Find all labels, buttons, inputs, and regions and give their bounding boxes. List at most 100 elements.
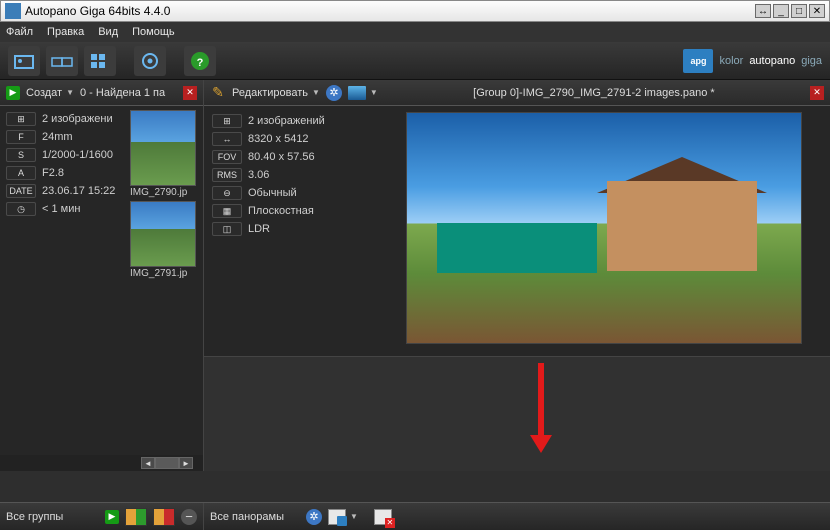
pano-size: 8320 x 5412 bbox=[248, 133, 309, 145]
gear-icon[interactable]: ✲ bbox=[326, 85, 342, 101]
images-count: 2 изображени bbox=[42, 113, 113, 125]
pano-images: 2 изображений bbox=[248, 115, 325, 127]
preview-image[interactable] bbox=[406, 112, 802, 344]
window-controls: ↔ _ □ ✕ bbox=[755, 4, 825, 18]
open-images-button[interactable] bbox=[46, 46, 78, 76]
thumb-image bbox=[130, 110, 196, 186]
bottom-right: Все панорамы ✲ ▼ bbox=[204, 503, 830, 530]
mode-value: Обычный bbox=[248, 187, 297, 199]
proj-value: Плоскостная bbox=[248, 205, 314, 217]
grid-remove-icon[interactable] bbox=[153, 508, 175, 526]
create-label[interactable]: Создат bbox=[26, 87, 62, 99]
close-icon[interactable]: ✕ bbox=[183, 86, 197, 100]
shutter-value: 1/2000-1/1600 bbox=[42, 149, 113, 161]
dropdown-icon[interactable]: ▼ bbox=[66, 88, 74, 97]
play-icon[interactable]: ▶ bbox=[105, 510, 119, 524]
grid-add-icon[interactable] bbox=[125, 508, 147, 526]
rms-value: 3.06 bbox=[248, 169, 269, 181]
aperture-badge: A bbox=[6, 166, 36, 180]
open-image-button[interactable] bbox=[8, 46, 40, 76]
meta-column: ⊞ 2 изображени F 24mm S 1/2000-1/1600 A F2.8… bbox=[0, 106, 128, 455]
focal-badge: F bbox=[6, 130, 36, 144]
play-icon[interactable]: ▶ bbox=[6, 86, 20, 100]
edit-button[interactable]: Редактировать bbox=[232, 87, 308, 99]
clock-icon: ◷ bbox=[6, 202, 36, 216]
fov-badge: FOV bbox=[212, 150, 242, 164]
dropdown-icon[interactable]: ▼ bbox=[350, 512, 358, 521]
brand-pre: kolor bbox=[719, 55, 743, 67]
time-value: < 1 мин bbox=[42, 203, 80, 215]
grid-detect-button[interactable] bbox=[84, 46, 116, 76]
resize-button[interactable]: ↔ bbox=[755, 4, 771, 18]
status-text: 0 - Найдена 1 па bbox=[80, 87, 165, 99]
ldr-value: LDR bbox=[248, 223, 270, 235]
grid-icon: ⊞ bbox=[6, 112, 36, 126]
window-title: Autopano Giga 64bits 4.4.0 bbox=[25, 4, 755, 18]
main-toolbar: ? apg kolor autopano giga bbox=[0, 42, 830, 80]
close-button[interactable]: ✕ bbox=[809, 4, 825, 18]
ldr-icon: ◫ bbox=[212, 222, 242, 236]
gear-icon[interactable]: ✲ bbox=[306, 509, 322, 525]
right-panel: ✎ Редактировать ▼ ✲ ▼ [Group 0]-IMG_2790… bbox=[204, 80, 830, 471]
shutter-badge: S bbox=[6, 148, 36, 162]
menu-file[interactable]: Файл bbox=[6, 26, 33, 38]
menu-edit[interactable]: Правка bbox=[47, 26, 84, 38]
pano-title: [Group 0]-IMG_2790_IMG_2791-2 images.pan… bbox=[473, 87, 715, 99]
link-icon: ⊖ bbox=[212, 186, 242, 200]
minimize-button[interactable]: _ bbox=[773, 4, 789, 18]
thumbnail[interactable]: IMG_2791.jp bbox=[130, 201, 196, 280]
maximize-button[interactable]: □ bbox=[791, 4, 807, 18]
left-panel-header: ▶ Создат ▼ 0 - Найдена 1 па ✕ bbox=[0, 80, 203, 106]
file-delete-icon[interactable] bbox=[374, 509, 392, 525]
brand-area: apg kolor autopano giga bbox=[683, 49, 822, 73]
app-icon bbox=[5, 3, 21, 19]
all-panos-label[interactable]: Все панорамы bbox=[210, 511, 284, 523]
thumbnails: IMG_2790.jp IMG_2791.jp bbox=[128, 106, 203, 455]
thumbnail[interactable]: IMG_2790.jp bbox=[130, 110, 196, 199]
menu-help[interactable]: Помощь bbox=[132, 26, 175, 38]
blank-area bbox=[204, 356, 830, 471]
pano-meta: ⊞ 2 изображений ↔ 8320 x 5412 FOV 80.40 x 5… bbox=[212, 112, 398, 350]
titlebar: Autopano Giga 64bits 4.4.0 ↔ _ □ ✕ bbox=[0, 0, 830, 22]
brand-main: autopano bbox=[749, 55, 795, 67]
focal-value: 24mm bbox=[42, 131, 73, 143]
brand-post: giga bbox=[801, 55, 822, 67]
left-panel: ▶ Создат ▼ 0 - Найдена 1 па ✕ ⊞ 2 изображ… bbox=[0, 80, 204, 471]
right-body: ⊞ 2 изображений ↔ 8320 x 5412 FOV 80.40 x 5… bbox=[204, 106, 830, 356]
preview-area bbox=[406, 112, 822, 350]
right-panel-header: ✎ Редактировать ▼ ✲ ▼ [Group 0]-IMG_2790… bbox=[204, 80, 830, 106]
scroll-thumb[interactable] bbox=[155, 457, 179, 469]
proj-icon: ▦ bbox=[212, 204, 242, 218]
thumb-caption: IMG_2790.jp bbox=[130, 186, 196, 199]
close-icon[interactable]: ✕ bbox=[810, 86, 824, 100]
bottom-left: Все группы ▶ − bbox=[0, 503, 204, 530]
aperture-value: F2.8 bbox=[42, 167, 64, 179]
dropdown-icon[interactable]: ▼ bbox=[312, 88, 320, 97]
pencil-icon: ✎ bbox=[210, 85, 226, 101]
thumb-image bbox=[130, 201, 196, 267]
date-badge: DATE bbox=[6, 184, 36, 198]
left-body: ⊞ 2 изображени F 24mm S 1/2000-1/1600 A F2.8… bbox=[0, 106, 203, 455]
scrollbar[interactable]: ◄ ► bbox=[0, 455, 203, 471]
file-render-icon[interactable] bbox=[328, 509, 346, 525]
workspace: ▶ Создат ▼ 0 - Найдена 1 па ✕ ⊞ 2 изображ… bbox=[0, 80, 830, 471]
scroll-left-icon[interactable]: ◄ bbox=[141, 457, 155, 469]
grid-icon: ⊞ bbox=[212, 114, 242, 128]
all-groups-label[interactable]: Все группы bbox=[6, 511, 63, 523]
settings-button[interactable] bbox=[134, 46, 166, 76]
brand-logo: apg bbox=[683, 49, 713, 73]
size-icon: ↔ bbox=[212, 132, 242, 146]
dropdown-icon[interactable]: ▼ bbox=[370, 88, 378, 97]
arrow-annotation bbox=[530, 363, 554, 463]
menubar: Файл Правка Вид Помощь bbox=[0, 22, 830, 42]
rms-badge: RMS bbox=[212, 168, 242, 182]
svg-text:?: ? bbox=[197, 57, 204, 69]
help-button[interactable]: ? bbox=[184, 46, 216, 76]
scroll-right-icon[interactable]: ► bbox=[179, 457, 193, 469]
date-value: 23.06.17 15:22 bbox=[42, 185, 115, 197]
menu-view[interactable]: Вид bbox=[98, 26, 118, 38]
minus-icon[interactable]: − bbox=[181, 509, 197, 525]
thumb-caption: IMG_2791.jp bbox=[130, 267, 196, 280]
fov-value: 80.40 x 57.56 bbox=[248, 151, 315, 163]
render-icon[interactable] bbox=[348, 86, 366, 100]
